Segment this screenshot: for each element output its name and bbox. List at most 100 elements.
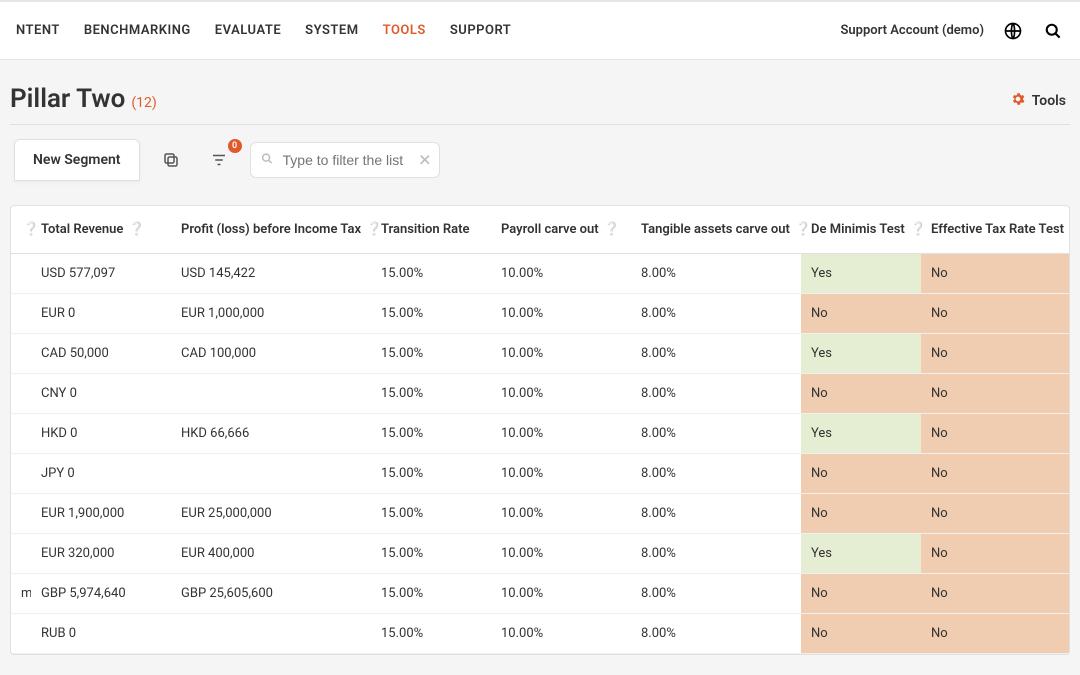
col-tangible[interactable]: Tangible assets carve out ❔: [631, 206, 801, 254]
nav-item-system[interactable]: SYSTEM: [305, 23, 358, 38]
cell-rev: GBP 5,974,640: [31, 574, 171, 614]
gear-icon: [1010, 91, 1026, 111]
col-etr[interactable]: Effective Tax Rate Test ❔: [921, 206, 1070, 254]
col-transition[interactable]: Transition Rate: [371, 206, 491, 254]
data-table: ❔ Total Revenue ❔ Profit (loss) before I…: [11, 206, 1070, 654]
help-icon[interactable]: ❔: [910, 222, 926, 237]
table-header-row: ❔ Total Revenue ❔ Profit (loss) before I…: [11, 206, 1070, 254]
nav-item-tools[interactable]: TOOLS: [383, 23, 426, 38]
cell-profit: CAD 100,000: [171, 334, 371, 374]
cell-pre: m: [11, 574, 31, 614]
cell-profit: USD 145,422: [171, 254, 371, 294]
cell-etr: No: [921, 534, 1070, 574]
cell-trans: 15.00%: [371, 414, 491, 454]
cell-profit: [171, 374, 371, 414]
table-row[interactable]: HKD 0HKD 66,66615.00%10.00%8.00%YesNoN: [11, 414, 1070, 454]
help-icon[interactable]: ❔: [604, 222, 620, 237]
page-header: Pillar Two (12) Tools: [10, 60, 1070, 125]
col-payroll[interactable]: Payroll carve out ❔: [491, 206, 631, 254]
col-pre-help[interactable]: ❔: [11, 206, 31, 254]
search-icon[interactable]: [1042, 20, 1064, 42]
table-row[interactable]: EUR 0EUR 1,000,00015.00%10.00%8.00%NoNoN: [11, 294, 1070, 334]
search-input[interactable]: [250, 142, 440, 178]
cell-pre: [11, 454, 31, 494]
table-row[interactable]: CAD 50,000CAD 100,00015.00%10.00%8.00%Ye…: [11, 334, 1070, 374]
help-icon[interactable]: ❔: [129, 222, 145, 237]
cell-trans: 15.00%: [371, 294, 491, 334]
cell-demin: Yes: [801, 254, 921, 294]
cell-etr: No: [921, 374, 1070, 414]
cell-pre: [11, 534, 31, 574]
topbar: NTENT BENCHMARKING EVALUATE SYSTEM TOOLS SUPP…: [0, 0, 1080, 60]
cell-rev: RUB 0: [31, 614, 171, 654]
cell-tang: 8.00%: [631, 574, 801, 614]
cell-profit: [171, 454, 371, 494]
cell-demin: No: [801, 614, 921, 654]
copy-icon[interactable]: [154, 143, 188, 177]
table-row[interactable]: RUB 015.00%10.00%8.00%NoNoN: [11, 614, 1070, 654]
cell-trans: 15.00%: [371, 374, 491, 414]
page-count: (12): [131, 95, 156, 111]
language-icon[interactable]: [1002, 20, 1024, 42]
col-revenue[interactable]: Total Revenue ❔: [31, 206, 171, 254]
cell-profit: EUR 25,000,000: [171, 494, 371, 534]
cell-pre: [11, 414, 31, 454]
cell-demin: Yes: [801, 414, 921, 454]
page-title: Pillar Two: [10, 84, 125, 114]
cell-tang: 8.00%: [631, 614, 801, 654]
table-row[interactable]: CNY 015.00%10.00%8.00%NoNoN: [11, 374, 1070, 414]
cell-payroll: 10.00%: [491, 454, 631, 494]
cell-trans: 15.00%: [371, 614, 491, 654]
cell-etr: No: [921, 614, 1070, 654]
cell-tang: 8.00%: [631, 414, 801, 454]
search-input-icon: [260, 151, 274, 170]
cell-etr: No: [921, 454, 1070, 494]
cell-trans: 15.00%: [371, 334, 491, 374]
tab-new-segment[interactable]: New Segment: [14, 139, 140, 181]
col-deminimis[interactable]: De Minimis Test ❔: [801, 206, 921, 254]
cell-profit: EUR 1,000,000: [171, 294, 371, 334]
cell-rev: USD 577,097: [31, 254, 171, 294]
cell-payroll: 10.00%: [491, 534, 631, 574]
topbar-right: Support Account (demo): [840, 20, 1064, 42]
help-icon[interactable]: ❔: [1069, 222, 1070, 237]
cell-pre: [11, 374, 31, 414]
tools-label: Tools: [1032, 93, 1066, 109]
col-profit[interactable]: Profit (loss) before Income Tax ❔: [171, 206, 371, 254]
filter-icon[interactable]: 0: [202, 143, 236, 177]
cell-pre: [11, 294, 31, 334]
filter-badge: 0: [228, 139, 242, 153]
cell-rev: EUR 0: [31, 294, 171, 334]
cell-profit: [171, 614, 371, 654]
cell-pre: [11, 334, 31, 374]
cell-demin: No: [801, 294, 921, 334]
cell-profit: GBP 25,605,600: [171, 574, 371, 614]
tools-button[interactable]: Tools: [1010, 91, 1066, 111]
cell-pre: [11, 614, 31, 654]
help-icon[interactable]: ❔: [795, 222, 811, 237]
search-box: ✕: [250, 142, 440, 178]
cell-etr: No: [921, 334, 1070, 374]
cell-tang: 8.00%: [631, 374, 801, 414]
cell-trans: 15.00%: [371, 254, 491, 294]
table-row[interactable]: EUR 1,900,000EUR 25,000,00015.00%10.00%8…: [11, 494, 1070, 534]
cell-tang: 8.00%: [631, 294, 801, 334]
cell-pre: [11, 494, 31, 534]
table-row[interactable]: mGBP 5,974,640GBP 25,605,60015.00%10.00%…: [11, 574, 1070, 614]
nav-item-evaluate[interactable]: EVALUATE: [215, 23, 281, 38]
account-label[interactable]: Support Account (demo): [840, 23, 984, 38]
cell-pre: [11, 254, 31, 294]
page: Pillar Two (12) Tools New Segment 0 ✕: [0, 60, 1080, 655]
cell-rev: CNY 0: [31, 374, 171, 414]
table-row[interactable]: USD 577,097USD 145,42215.00%10.00%8.00%Y…: [11, 254, 1070, 294]
cell-trans: 15.00%: [371, 494, 491, 534]
close-icon[interactable]: ✕: [418, 151, 431, 170]
nav-item-ntent[interactable]: NTENT: [16, 23, 60, 38]
table-row[interactable]: JPY 015.00%10.00%8.00%NoNoN: [11, 454, 1070, 494]
cell-etr: No: [921, 414, 1070, 454]
table-row[interactable]: EUR 320,000EUR 400,00015.00%10.00%8.00%Y…: [11, 534, 1070, 574]
help-icon[interactable]: ❔: [23, 222, 39, 237]
nav-item-benchmarking[interactable]: BENCHMARKING: [84, 23, 191, 38]
nav-item-support[interactable]: SUPPORT: [450, 23, 511, 38]
cell-payroll: 10.00%: [491, 254, 631, 294]
